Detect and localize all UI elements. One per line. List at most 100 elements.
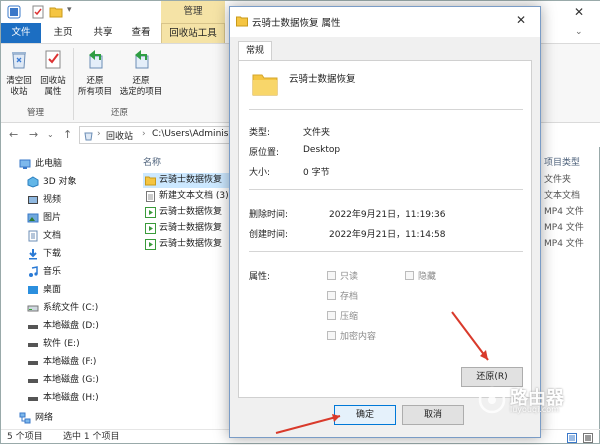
documents-icon bbox=[28, 230, 38, 242]
tab-recycle-bin-tools[interactable]: 回收站工具 bbox=[161, 23, 225, 43]
folder-icon bbox=[236, 16, 248, 27]
watermark-logo: 路由器 luyouqi.com bbox=[478, 384, 594, 418]
dialog-title-bar: 云骑士数据恢复 属性 ✕ bbox=[230, 7, 540, 37]
navigation-pane: 此电脑 3D 对象 视频 图片 文档 下载 音乐 桌面 系统文件 (C:) 本地… bbox=[1, 151, 131, 429]
text-file-icon bbox=[146, 191, 155, 202]
item-name-field: 云骑士数据恢复 bbox=[289, 74, 356, 85]
properties-icon bbox=[45, 50, 61, 69]
large-icons-view-icon[interactable] bbox=[583, 433, 593, 443]
compress-checkbox[interactable]: 压缩 bbox=[327, 309, 358, 322]
hidden-checkbox[interactable]: 隐藏 bbox=[405, 269, 436, 282]
archive-checkbox[interactable]: 存档 bbox=[327, 289, 358, 302]
qat-dropdown-icon[interactable]: ▾ bbox=[67, 5, 72, 15]
item-type: 文本文档 bbox=[544, 191, 581, 201]
folder-icon bbox=[252, 74, 278, 96]
encrypt-checkbox[interactable]: 加密内容 bbox=[327, 329, 376, 342]
size-value: 0 字节 bbox=[303, 168, 330, 178]
properties-icon[interactable] bbox=[31, 5, 45, 19]
restore-icon bbox=[135, 50, 149, 69]
created-label: 创建时间: bbox=[249, 230, 289, 240]
recycle-bin-icon bbox=[12, 52, 26, 69]
desktop-icon bbox=[28, 286, 38, 294]
new-folder-icon[interactable] bbox=[49, 5, 63, 19]
divider bbox=[249, 109, 523, 110]
drive-icon bbox=[28, 379, 38, 383]
drive-icon bbox=[28, 361, 38, 365]
ribbon-expand-icon[interactable]: ⌄ bbox=[575, 27, 583, 37]
forward-arrow-icon[interactable]: → bbox=[29, 128, 38, 141]
item-type: MP4 文件 bbox=[544, 207, 584, 217]
pictures-icon bbox=[27, 213, 39, 223]
origin-label: 原位置: bbox=[249, 148, 280, 158]
general-panel: 云骑士数据恢复 类型: 文件夹 原位置: Desktop 大小: 0 字节 删除… bbox=[238, 60, 532, 398]
close-button[interactable]: ✕ bbox=[557, 1, 600, 23]
restore-icon bbox=[89, 50, 103, 69]
cancel-button[interactable]: 取消 bbox=[402, 405, 464, 425]
download-icon bbox=[29, 249, 37, 260]
address-input[interactable]: › 回收站 › C:\Users\Adminis bbox=[79, 126, 239, 144]
breadcrumb-separator-icon: › bbox=[142, 129, 146, 139]
column-header-name[interactable]: 名称 bbox=[143, 155, 161, 168]
column-header-type[interactable]: 项目类型 bbox=[544, 155, 580, 168]
list-item[interactable]: 云骑士数据恢复 bbox=[143, 205, 243, 220]
empty-recycle-bin-button[interactable]: 清空回 收站 bbox=[3, 48, 35, 98]
breadcrumb-recycle-bin[interactable]: 回收站 bbox=[106, 129, 133, 142]
list-item[interactable]: 云骑士数据恢复 bbox=[143, 237, 243, 252]
video-file-icon bbox=[145, 207, 156, 218]
dialog-title: 云骑士数据恢复 属性 bbox=[252, 18, 341, 29]
type-label: 类型: bbox=[249, 128, 271, 138]
item-type: MP4 文件 bbox=[544, 239, 584, 249]
details-view-icon[interactable] bbox=[567, 433, 577, 443]
size-label: 大小: bbox=[249, 168, 271, 178]
list-item[interactable]: 新建文本文档 (3) bbox=[143, 189, 243, 204]
ok-button[interactable]: 确定 bbox=[334, 405, 396, 425]
recent-dropdown-icon[interactable]: ⌄ bbox=[47, 130, 54, 139]
deleted-label: 删除时间: bbox=[249, 210, 289, 220]
tab-home[interactable]: 主页 bbox=[45, 23, 81, 43]
status-item-count: 5 个项目 bbox=[7, 432, 43, 442]
recycle-bin-icon bbox=[84, 132, 93, 141]
created-value: 2022年9月21日，11:14:58 bbox=[329, 230, 446, 240]
video-file-icon bbox=[145, 239, 156, 250]
router-logo-icon bbox=[478, 386, 506, 414]
list-item[interactable]: 云骑士数据恢复 bbox=[143, 221, 243, 236]
item-type: 文件夹 bbox=[544, 175, 572, 185]
ribbon-separator bbox=[73, 48, 74, 120]
deleted-value: 2022年9月21日，11:19:36 bbox=[329, 210, 446, 220]
up-arrow-icon[interactable]: ↑ bbox=[63, 128, 72, 141]
video-icon bbox=[28, 196, 38, 204]
drive-icon bbox=[27, 305, 39, 312]
status-selected-count: 选中 1 个项目 bbox=[63, 432, 120, 442]
video-file-icon bbox=[145, 223, 156, 234]
list-item[interactable]: 云骑士数据恢复 bbox=[143, 173, 243, 188]
tab-general[interactable]: 常规 bbox=[238, 41, 272, 61]
drive-icon bbox=[28, 325, 38, 329]
item-type: MP4 文件 bbox=[544, 223, 584, 233]
folder-icon bbox=[145, 176, 156, 186]
divider bbox=[249, 251, 523, 252]
restore-all-items-button[interactable]: 还原 所有项目 bbox=[75, 48, 115, 98]
breadcrumb-separator-icon: › bbox=[97, 129, 101, 139]
back-arrow-icon[interactable]: ← bbox=[9, 128, 18, 141]
recycle-bin-properties-button[interactable]: 回收站 属性 bbox=[37, 48, 69, 98]
music-icon bbox=[29, 266, 38, 277]
readonly-checkbox[interactable]: 只读 bbox=[327, 269, 358, 282]
attributes-label: 属性: bbox=[249, 272, 271, 282]
tab-file[interactable]: 文件 bbox=[1, 23, 41, 43]
origin-value: Desktop bbox=[303, 145, 341, 155]
tab-view[interactable]: 查看 bbox=[123, 23, 159, 43]
app-icon bbox=[7, 5, 21, 19]
manage-context-tab[interactable]: 管理 bbox=[161, 1, 225, 23]
restore-selected-items-button[interactable]: 还原 选定的项目 bbox=[117, 48, 165, 98]
properties-dialog: 云骑士数据恢复 属性 ✕ 常规 云骑士数据恢复 类型: 文件夹 原位置: Des… bbox=[229, 6, 541, 438]
divider bbox=[249, 189, 523, 190]
type-value: 文件夹 bbox=[303, 128, 331, 138]
3d-objects-icon bbox=[27, 176, 39, 188]
breadcrumb-path[interactable]: C:\Users\Adminis bbox=[152, 129, 228, 139]
dialog-close-button[interactable]: ✕ bbox=[516, 13, 526, 27]
tab-share[interactable]: 共享 bbox=[85, 23, 121, 43]
drive-icon bbox=[28, 343, 38, 347]
ribbon-group-restore: 还原 bbox=[111, 108, 129, 118]
network-icon bbox=[19, 412, 31, 424]
drive-icon bbox=[28, 397, 38, 401]
